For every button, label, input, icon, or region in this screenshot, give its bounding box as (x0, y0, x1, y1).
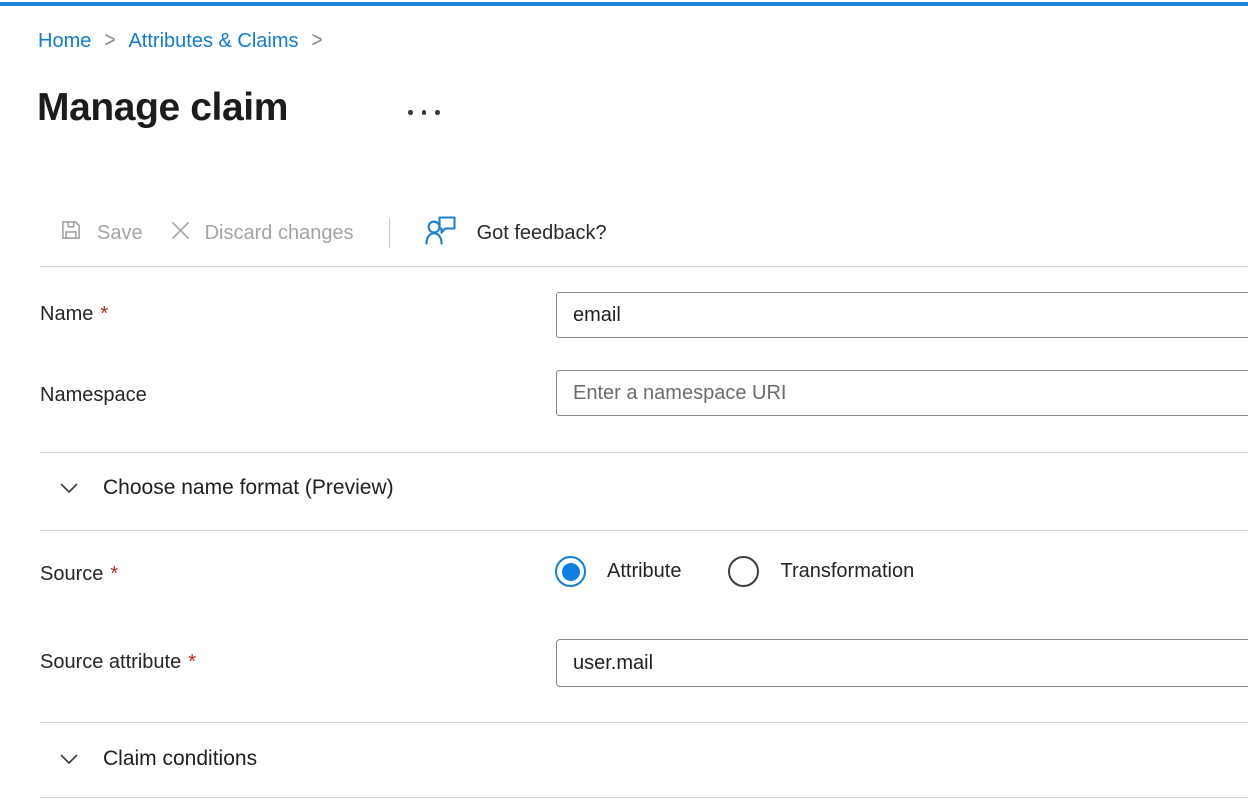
radio-transformation-label: Transformation (780, 560, 914, 583)
required-asterisk: * (188, 651, 196, 673)
top-accent-bar (0, 2, 1248, 6)
choose-name-format-title: Choose name format (Preview) (103, 476, 394, 500)
save-button[interactable]: Save (58, 217, 143, 249)
chevron-down-icon (60, 476, 78, 500)
discard-changes-button[interactable]: Discard changes (169, 219, 354, 248)
breadcrumb-separator-icon: > (312, 25, 323, 57)
claim-conditions-title: Claim conditions (103, 747, 257, 771)
radio-attribute[interactable]: Attribute (555, 556, 681, 587)
person-feedback-icon (425, 214, 459, 252)
command-bar: Save Discard changes Got feedback? (58, 211, 607, 255)
source-radio-group: Attribute Transformation (555, 556, 914, 587)
got-feedback-label: Got feedback? (477, 222, 607, 245)
save-floppy-icon (58, 217, 84, 249)
page-title: Manage claim (37, 84, 288, 132)
more-dot (408, 110, 413, 115)
close-x-icon (169, 219, 192, 248)
radio-button-icon (728, 556, 759, 587)
breadcrumb-link-home[interactable]: Home (38, 27, 91, 55)
source-attribute-field-label: Source attribute * (40, 649, 196, 675)
namespace-field-label: Namespace (40, 382, 147, 408)
required-asterisk: * (110, 563, 118, 585)
radio-button-icon (555, 556, 586, 587)
required-asterisk: * (100, 303, 108, 325)
chevron-down-icon (60, 747, 78, 771)
got-feedback-button[interactable]: Got feedback? (425, 214, 607, 252)
discard-changes-label: Discard changes (205, 222, 354, 245)
more-dot (422, 110, 427, 115)
section-divider (40, 452, 1248, 453)
radio-transformation[interactable]: Transformation (728, 556, 914, 587)
toolbar-divider (389, 218, 390, 248)
toolbar-separator (40, 266, 1248, 267)
more-horizontal-icon[interactable] (406, 108, 442, 117)
source-label-text: Source (40, 563, 103, 585)
section-divider (40, 797, 1248, 798)
radio-attribute-label: Attribute (607, 560, 681, 583)
more-dot (435, 110, 440, 115)
name-input[interactable] (556, 292, 1248, 338)
source-field-label: Source * (40, 561, 118, 587)
namespace-label-text: Namespace (40, 384, 147, 406)
namespace-input[interactable] (556, 370, 1248, 416)
claim-conditions-section-header[interactable]: Claim conditions (60, 742, 257, 776)
breadcrumb-link-attributes-claims[interactable]: Attributes & Claims (128, 27, 298, 55)
section-divider (40, 530, 1248, 531)
choose-name-format-section-header[interactable]: Choose name format (Preview) (60, 471, 394, 505)
breadcrumb: Home > Attributes & Claims > (38, 27, 323, 55)
source-attribute-input[interactable] (556, 639, 1248, 687)
breadcrumb-separator-icon: > (104, 25, 115, 57)
source-attribute-label-text: Source attribute (40, 651, 181, 673)
name-label-text: Name (40, 303, 93, 325)
name-field-label: Name * (40, 301, 108, 327)
section-divider (40, 722, 1248, 723)
save-label: Save (97, 222, 143, 245)
